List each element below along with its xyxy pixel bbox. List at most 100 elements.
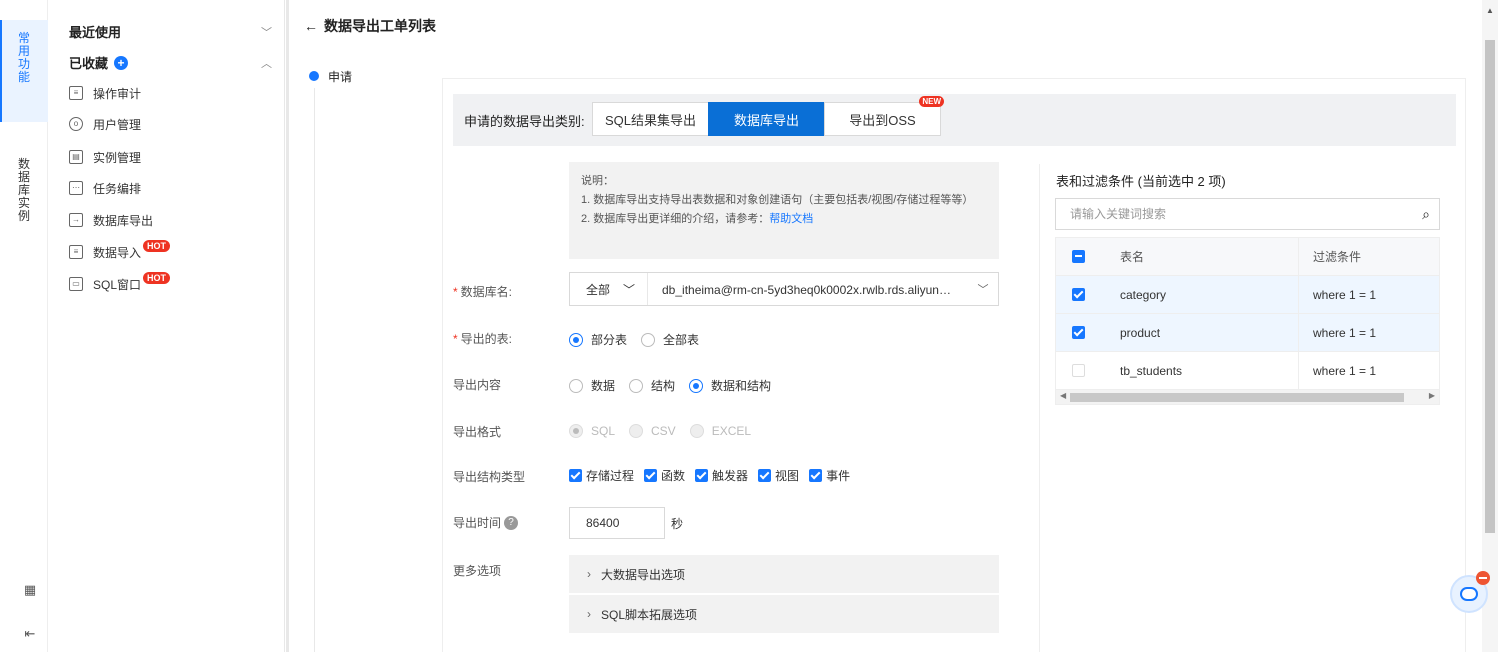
nav-item-data-import[interactable]: ≡ 数据导入 HOT [69, 240, 171, 262]
assistant-avatar-icon[interactable] [1450, 571, 1490, 613]
scroll-left-icon[interactable]: ◀ [1060, 391, 1066, 400]
hot-badge: HOT [143, 272, 171, 284]
back-to-list-link[interactable]: ← 数据导出工单列表 [304, 16, 436, 36]
export-format-group: SQL CSV EXCEL [569, 424, 765, 438]
radio-format-sql[interactable]: SQL [569, 424, 615, 438]
sql-script-options[interactable]: › SQL脚本拓展选项 [569, 595, 999, 633]
table-row[interactable]: category where 1 = 1 [1056, 276, 1439, 314]
export-struct-label: 导出结构类型 [453, 470, 526, 484]
import-icon: ≡ [69, 245, 83, 259]
tables-title: 表和过滤条件 (当前选中 2 项) [1056, 174, 1226, 189]
rail-tab-common[interactable]: 常用功能 [0, 20, 48, 122]
col-filter: 过滤条件 [1313, 250, 1362, 264]
chevron-right-icon: › [587, 607, 591, 621]
table-horizontal-scrollbar[interactable]: ◀ ▶ [1056, 390, 1439, 404]
export-format-label: 导出格式 [453, 425, 502, 439]
table-header: 表名 过滤条件 [1056, 238, 1439, 276]
audit-icon: ≡ [69, 86, 83, 100]
collapse-menu-icon[interactable]: ⇤ [22, 626, 38, 642]
export-tables-group: 部分表 全部表 [569, 331, 713, 348]
nav-item-audit[interactable]: ≡ 操作审计 [69, 83, 141, 103]
page-scrollbar[interactable]: ▲ [1482, 0, 1498, 652]
row-checkbox[interactable] [1071, 326, 1085, 339]
help-icon[interactable]: ? [504, 515, 519, 530]
nav-item-instances[interactable]: ▤ 实例管理 [69, 147, 141, 167]
nav-panel: 最近使用 ﹀ 已收藏 + ︿ ≡ 操作审计 o 用户管理 ▤ 实例管理 ⋯ 任务编排 →… [49, 0, 285, 652]
big-data-options[interactable]: › 大数据导出选项 [569, 555, 999, 593]
radio-content-data[interactable]: 数据 [569, 377, 615, 394]
nav-favorites[interactable]: 已收藏 + [69, 53, 129, 72]
info-note: 说明： 1. 数据库导出支持导出表数据和对象创建语句（主要包括表/视图/存储过程… [569, 162, 999, 259]
new-badge: NEW [919, 96, 944, 107]
export-struct-group: 存储过程 函数 触发器 视图 事件 [569, 467, 860, 484]
db-name-value: db_itheima@rm-cn-5yd3heq0k0002x.rwlb.rds… [662, 282, 968, 297]
rail-tab-database[interactable]: 数据库实例 [0, 146, 48, 236]
row-checkbox[interactable] [1071, 364, 1085, 377]
help-doc-link[interactable]: 帮助文档 [769, 213, 813, 225]
radio-content-structure[interactable]: 结构 [629, 377, 675, 394]
scroll-up-icon[interactable]: ▲ [1486, 6, 1494, 15]
scroll-right-icon[interactable]: ▶ [1429, 391, 1435, 400]
export-time-input[interactable] [569, 507, 665, 539]
step-dot [309, 71, 319, 81]
table-search: ⌕ [1055, 198, 1440, 230]
column-divider [1039, 164, 1040, 652]
nav-item-sql-window[interactable]: ▭ SQL窗口 HOT [69, 272, 171, 294]
export-content-group: 数据 结构 数据和结构 [569, 377, 785, 394]
nav-item-users[interactable]: o 用户管理 [69, 114, 141, 134]
nav-item-db-export[interactable]: → 数据库导出 [69, 210, 153, 230]
left-rail: 常用功能 数据库实例 ▦ ⇤ [0, 0, 48, 652]
add-favorite-icon[interactable]: + [114, 55, 129, 70]
scroll-thumb[interactable] [1070, 393, 1404, 402]
arrow-left-icon: ← [304, 18, 318, 34]
user-icon: o [69, 117, 83, 131]
db-select[interactable]: 全部 ﹀ db_itheima@rm-cn-5yd3heq0k0002x.rwl… [569, 272, 999, 306]
export-tables-label: * 导出的表: [453, 332, 513, 346]
checkbox-event[interactable]: 事件 [809, 467, 850, 484]
page-scroll-thumb[interactable] [1485, 40, 1495, 533]
db-scope-select[interactable]: 全部 ﹀ [570, 273, 648, 305]
checkbox-procedure[interactable]: 存储过程 [569, 467, 634, 484]
category-db-export[interactable]: 数据库导出 [708, 102, 825, 136]
table-row[interactable]: tb_students where 1 = 1 [1056, 352, 1439, 390]
sql-window-icon: ▭ [69, 277, 83, 291]
checkbox-trigger[interactable]: 触发器 [695, 467, 748, 484]
select-all-checkbox[interactable] [1071, 250, 1085, 263]
chevron-down-icon[interactable]: ﹀ [968, 281, 998, 297]
table-search-input[interactable] [1056, 207, 1413, 221]
step-label: 申请 [328, 70, 353, 84]
radio-format-excel[interactable]: EXCEL [689, 424, 751, 438]
export-content-label: 导出内容 [453, 378, 502, 392]
hot-badge: HOT [143, 240, 171, 252]
nav-item-tasks[interactable]: ⋯ 任务编排 [69, 178, 141, 198]
time-unit: 秒 [671, 517, 684, 531]
checkbox-function[interactable]: 函数 [644, 467, 685, 484]
table-row[interactable]: product where 1 = 1 [1056, 314, 1439, 352]
nav-recent[interactable]: 最近使用 [69, 22, 121, 41]
apps-grid-icon[interactable]: ▦ [22, 582, 38, 598]
category-label: 申请的数据导出类别: [464, 114, 585, 129]
export-time-label: 导出时间? [453, 514, 519, 531]
row-checkbox[interactable] [1071, 288, 1085, 301]
radio-format-csv[interactable]: CSV [629, 424, 676, 438]
col-table-name: 表名 [1100, 238, 1299, 275]
category-export-oss[interactable]: 导出到OSS NEW [824, 96, 944, 136]
chevron-down-icon[interactable]: ﹀ [261, 24, 272, 40]
db-name-label: * 数据库名: [453, 285, 513, 299]
chevron-right-icon: › [587, 567, 591, 581]
instance-icon: ▤ [69, 150, 83, 164]
tables-table: 表名 过滤条件 category where 1 = 1 product whe… [1055, 237, 1440, 405]
radio-all-tables[interactable]: 全部表 [641, 331, 699, 348]
checkbox-view[interactable]: 视图 [758, 467, 799, 484]
minimize-icon[interactable] [1476, 571, 1490, 585]
flow-icon: ⋯ [69, 181, 83, 195]
export-icon: → [69, 213, 83, 227]
radio-content-both[interactable]: 数据和结构 [689, 377, 771, 394]
radio-partial-tables[interactable]: 部分表 [569, 331, 627, 348]
chevron-up-icon[interactable]: ︿ [261, 55, 272, 71]
search-icon[interactable]: ⌕ [1413, 206, 1439, 223]
category-sql-result[interactable]: SQL结果集导出 [592, 102, 709, 136]
panel-divider[interactable] [286, 0, 289, 652]
chevron-down-icon: ﹀ [622, 282, 635, 297]
more-options-label: 更多选项 [453, 564, 502, 578]
